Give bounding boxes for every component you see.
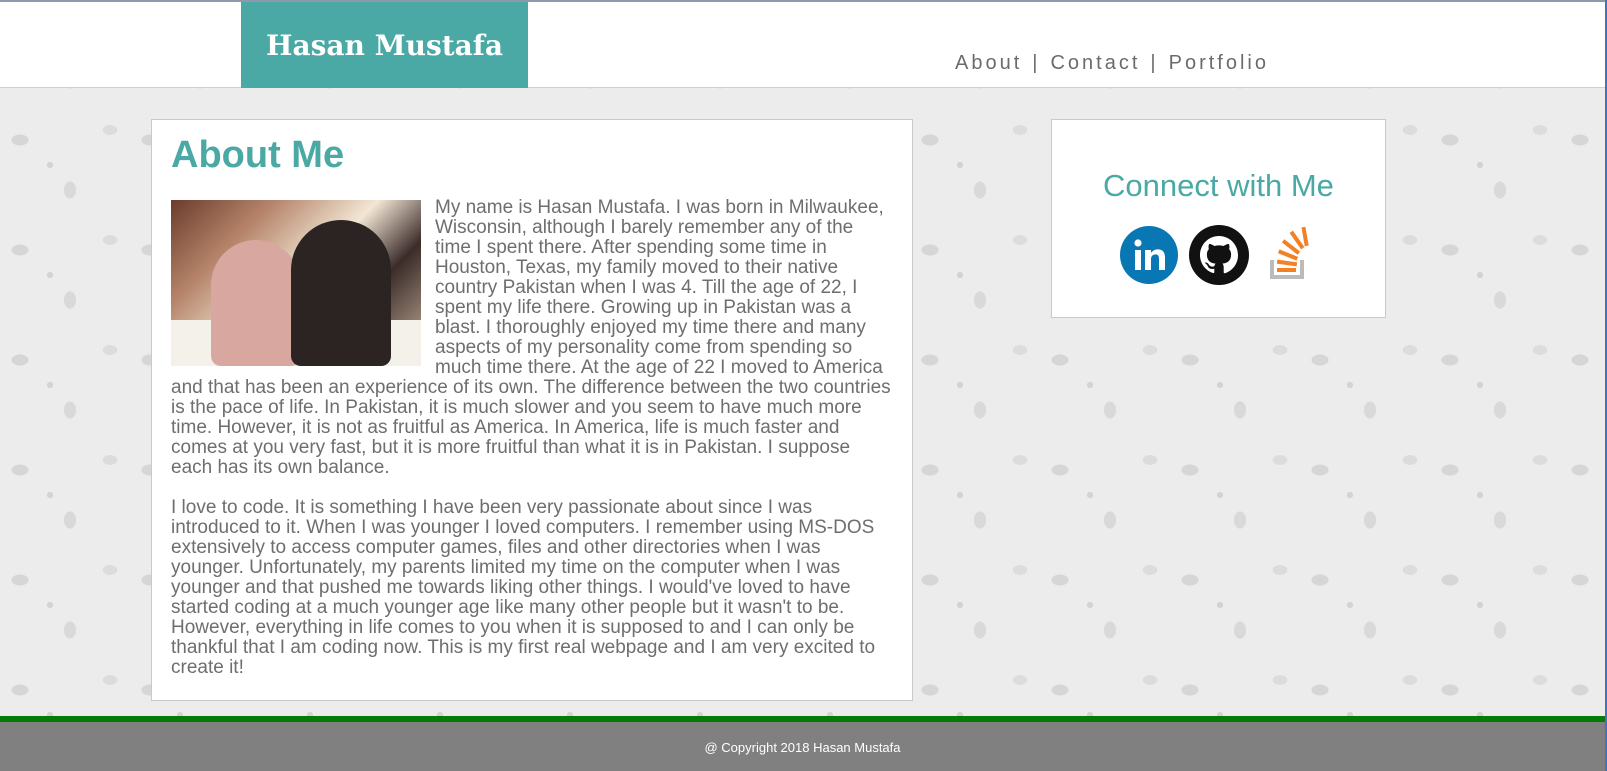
- site-logo[interactable]: Hasan Mustafa: [241, 2, 528, 88]
- connect-section: Connect with Me: [1051, 119, 1386, 318]
- social-icons: [1052, 224, 1385, 286]
- site-header: Hasan Mustafa About | Contact | Portfolio: [0, 2, 1605, 88]
- linkedin-icon[interactable]: [1118, 224, 1180, 286]
- about-title: About Me: [171, 134, 345, 176]
- about-section: About Me My name is Hasan Mustafa. I was…: [151, 119, 913, 701]
- photo-person-right: [291, 220, 391, 366]
- github-icon[interactable]: [1188, 224, 1250, 286]
- photo-person-left: [211, 240, 301, 366]
- nav-separator: |: [1032, 52, 1041, 74]
- main-nav: About | Contact | Portfolio: [955, 52, 1269, 75]
- about-paragraph-2: I love to code. It is something I have b…: [171, 497, 876, 678]
- nav-separator: |: [1150, 52, 1159, 74]
- connect-title: Connect with Me: [1103, 168, 1334, 203]
- profile-photo: [171, 200, 421, 366]
- copyright-text: @ Copyright 2018 Hasan Mustafa: [704, 740, 901, 755]
- nav-link-portfolio[interactable]: Portfolio: [1169, 52, 1269, 74]
- nav-link-about[interactable]: About: [955, 52, 1022, 74]
- nav-link-contact[interactable]: Contact: [1050, 52, 1140, 74]
- site-footer: @ Copyright 2018 Hasan Mustafa: [0, 722, 1605, 771]
- stackoverflow-icon[interactable]: [1258, 224, 1320, 286]
